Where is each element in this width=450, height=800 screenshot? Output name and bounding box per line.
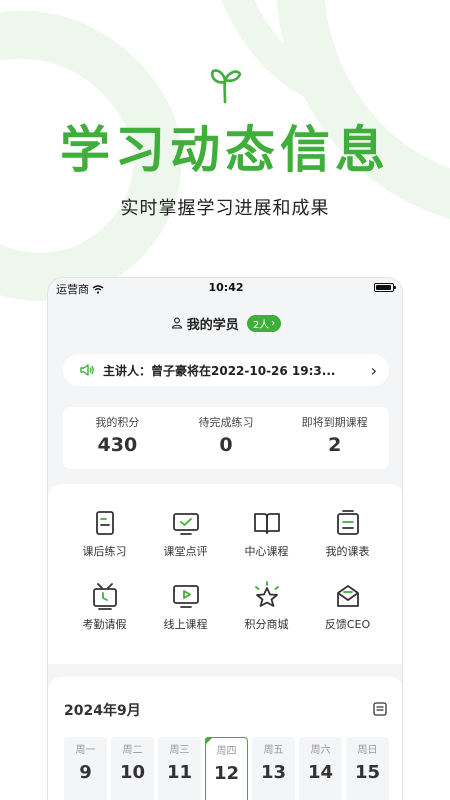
online-course-icon (172, 585, 199, 608)
class-review-icon (172, 513, 199, 535)
day-number: 15 (354, 762, 381, 783)
day-name: 周二 (122, 745, 143, 756)
day-fri[interactable]: 周五 13 (252, 737, 295, 800)
day-name: 周一 (75, 745, 96, 756)
notice-banner[interactable]: 主讲人：曾子豪将在2022-10-26 19:3... › (63, 354, 389, 386)
grid-label: 中心课程 (244, 545, 289, 558)
phone-mockup: 运营商 10:42 我的学员 2人 › 主讲人：曾子豪将在2022-10-26 … (47, 277, 403, 800)
day-sun[interactable]: 周日 15 (346, 737, 389, 800)
day-number: 12 (213, 763, 240, 784)
page-header: 我的学员 2人 › (48, 312, 402, 334)
page-title: 我的学员 (186, 317, 239, 333)
day-tue[interactable]: 周二 10 (111, 737, 154, 800)
grid-label: 反馈CEO (324, 618, 371, 631)
day-sat[interactable]: 周六 14 (299, 737, 342, 800)
day-name: 周六 (310, 745, 331, 756)
grid-label: 考勤请假 (82, 618, 127, 631)
battery-icon (374, 283, 396, 292)
stat-label: 待完成练习 (198, 416, 254, 429)
stat-label: 我的积分 (95, 416, 140, 429)
status-time: 10:42 (208, 281, 244, 294)
hero-title: 学习动态信息 (60, 121, 390, 179)
stat-value: 0 (219, 434, 233, 456)
sprout-icon (211, 69, 242, 104)
grid-item-feedback[interactable]: 反馈CEO (307, 581, 388, 632)
notice-text: 主讲人：曾子豪将在2022-10-26 19:3... (103, 363, 336, 378)
book-icon (253, 513, 280, 534)
homework-icon (95, 511, 114, 535)
hero-subtitle: 实时掌握学习进展和成果 (120, 198, 330, 219)
day-number: 13 (260, 762, 287, 783)
speaker-icon (80, 364, 94, 376)
stats-panel: 我的积分 430 待完成练习 0 即将到期课程 2 (63, 407, 389, 469)
user-icon (171, 317, 182, 329)
student-count-label: 2人 (252, 319, 270, 331)
day-name: 周日 (357, 745, 378, 756)
day-number: 9 (79, 762, 92, 783)
stat-points[interactable]: 我的积分 430 (63, 407, 172, 469)
grid-label: 我的课表 (325, 545, 370, 558)
schedule-icon (336, 510, 359, 535)
status-bar: 运营商 10:42 (48, 278, 402, 298)
feature-grid-card: 课后练习 课堂点评 中心课程 我的课表 考勤请假 线上课程 积分商城 反馈CEO (48, 484, 402, 664)
grid-item-center-course[interactable]: 中心课程 (226, 508, 307, 559)
day-number: 10 (119, 762, 146, 783)
day-thu-selected[interactable]: 周四 12 (205, 737, 248, 800)
feedback-icon (336, 585, 359, 607)
week-days: 周一 9 周二 10 周三 11 周四 12 周五 13 周六 14 周日 15 (64, 737, 390, 800)
grid-item-attendance[interactable]: 考勤请假 (64, 581, 145, 632)
day-name: 周五 (263, 745, 284, 756)
stat-value: 2 (328, 434, 342, 456)
feature-grid: 课后练习 课堂点评 中心课程 我的课表 考勤请假 线上课程 积分商城 反馈CEO (64, 508, 388, 632)
student-count-badge[interactable]: 2人 › (246, 314, 282, 332)
chevron-right-icon: › (370, 360, 377, 380)
attendance-icon (92, 583, 117, 610)
grid-label: 线上课程 (163, 618, 208, 631)
stat-expiring-courses[interactable]: 即将到期课程 2 (280, 407, 389, 469)
points-mall-icon (254, 581, 279, 607)
stat-value: 430 (97, 434, 138, 456)
chevron-right-icon: › (271, 317, 276, 329)
grid-label: 积分商城 (244, 618, 289, 631)
calendar-list-icon[interactable] (372, 701, 388, 717)
grid-item-class-review[interactable]: 课堂点评 (145, 508, 226, 559)
calendar-title: 2024年9月 (64, 703, 141, 719)
grid-label: 课堂点评 (163, 545, 208, 558)
grid-item-points-mall[interactable]: 积分商城 (226, 581, 307, 632)
stat-pending-exercises[interactable]: 待完成练习 0 (172, 407, 281, 469)
calendar-card: 2024年9月 周一 9 周二 10 周三 11 周四 12 周五 13 周六 … (48, 677, 402, 800)
day-name: 周四 (216, 746, 237, 757)
stat-label: 即将到期课程 (301, 416, 368, 429)
grid-item-homework[interactable]: 课后练习 (64, 508, 145, 559)
day-mon[interactable]: 周一 9 (64, 737, 107, 800)
grid-label: 课后练习 (82, 545, 127, 558)
day-number: 11 (166, 762, 193, 783)
day-wed[interactable]: 周三 11 (158, 737, 201, 800)
grid-item-schedule[interactable]: 我的课表 (307, 508, 388, 559)
day-number: 14 (307, 762, 334, 783)
grid-item-online-course[interactable]: 线上课程 (145, 581, 226, 632)
day-name: 周三 (169, 745, 190, 756)
